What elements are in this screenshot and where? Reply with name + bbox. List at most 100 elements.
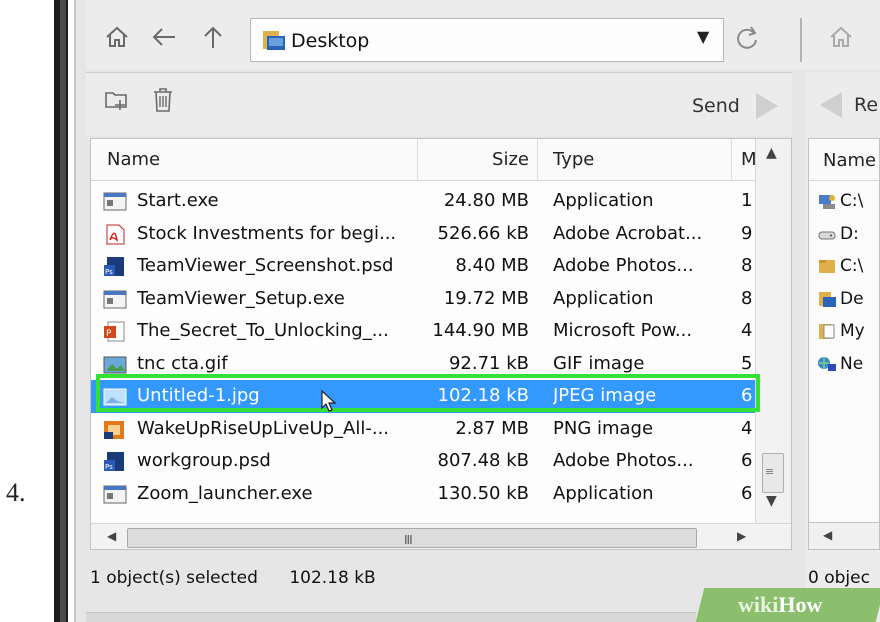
file-modified: 8 — [741, 287, 753, 309]
right-item-label: D: — [840, 223, 859, 244]
back-arrow-icon[interactable] — [150, 24, 178, 56]
file-modified: 5 — [741, 352, 753, 374]
right-item-label: My — [840, 321, 865, 342]
receive-label[interactable]: Re — [854, 94, 878, 116]
svg-text:Ps: Ps — [105, 268, 113, 276]
chevron-down-icon[interactable]: ▼ — [697, 27, 709, 46]
file-modified: 9 — [741, 222, 753, 244]
table-row[interactable]: P The_Secret_To_Unlocking_... 144.90 MB … — [91, 315, 755, 348]
file-type: GIF image — [553, 352, 645, 374]
home-icon-right-pane[interactable] — [828, 24, 854, 56]
mouse-cursor-icon — [321, 390, 337, 412]
file-type: Adobe Photos... — [553, 255, 694, 276]
right-pane-list: Name C:\ D: C:\ De My Ne — [808, 138, 880, 550]
column-divider[interactable] — [731, 139, 732, 181]
horizontal-scrollbar[interactable]: ◀ III ▶ — [91, 523, 791, 549]
list-item[interactable]: C:\ — [809, 250, 879, 283]
scroll-left-icon[interactable]: ◀ — [107, 529, 116, 543]
file-size: 24.80 MB — [443, 190, 529, 211]
vertical-scrollbar[interactable]: ▲ ≡ ▼ — [755, 139, 791, 523]
table-row[interactable]: WakeUpRiseUpLiveUp_All-... 2.87 MB PNG i… — [91, 413, 755, 446]
new-folder-icon[interactable] — [104, 87, 130, 119]
right-horizontal-scrollbar[interactable]: ◀ — [808, 522, 880, 550]
table-row[interactable]: Ps workgroup.psd 807.48 kB Adobe Photos.… — [91, 445, 755, 478]
network-icon — [818, 356, 836, 371]
file-size: 526.66 kB — [437, 222, 529, 244]
scroll-left-icon[interactable]: ◀ — [823, 528, 832, 542]
scroll-down-icon[interactable]: ▼ — [766, 493, 777, 509]
table-row[interactable]: TeamViewer_Setup.exe 19.72 MB Applicatio… — [91, 283, 755, 316]
file-size: 92.71 kB — [448, 352, 529, 374]
folder-icon — [819, 260, 835, 274]
column-header-name[interactable]: Name — [107, 149, 160, 170]
send-arrow-icon[interactable] — [756, 93, 778, 119]
column-divider[interactable] — [537, 139, 538, 181]
list-item[interactable]: Ne — [809, 348, 879, 381]
right-column-header-name[interactable]: Name — [809, 139, 879, 181]
file-type: Application — [553, 287, 654, 309]
file-name: WakeUpRiseUpLiveUp_All-... — [137, 417, 390, 439]
file-list: Name Size Type M Start.exe 24.80 MB Appl… — [90, 138, 792, 550]
watermark-part1: wiki — [738, 592, 779, 617]
file-modified: 1 — [741, 190, 753, 211]
computer-drive-icon — [819, 195, 835, 210]
exe-icon — [103, 485, 127, 503]
file-name: Zoom_launcher.exe — [137, 482, 313, 504]
psd-icon: Ps — [104, 452, 124, 471]
list-item[interactable]: My — [809, 315, 879, 348]
home-icon[interactable] — [104, 24, 130, 56]
file-size: 8.40 MB — [455, 255, 529, 276]
file-modified: 8 — [741, 255, 753, 276]
toolbar-separator — [800, 18, 802, 62]
file-size: 2.87 MB — [455, 417, 529, 439]
send-label[interactable]: Send — [692, 95, 740, 117]
address-bar[interactable]: Desktop ▼ — [250, 18, 724, 62]
file-type: Adobe Acrobat... — [553, 222, 703, 244]
right-item-label: C:\ — [840, 191, 864, 212]
toolbar: Send — [86, 72, 792, 136]
png-icon — [104, 420, 124, 439]
file-size: 19.72 MB — [443, 287, 529, 309]
file-modified: 4 — [741, 320, 753, 341]
scroll-right-icon[interactable]: ▶ — [737, 529, 746, 543]
column-header-modified[interactable]: M — [741, 149, 755, 170]
file-size: 130.50 kB — [437, 482, 529, 504]
column-header-size[interactable]: Size — [492, 149, 529, 170]
address-path: Desktop — [291, 30, 370, 52]
table-row[interactable]: Stock Investments for begi... 526.66 kB … — [91, 218, 755, 251]
list-item[interactable]: C:\ — [809, 185, 879, 218]
list-item[interactable]: De — [809, 283, 879, 316]
table-row[interactable]: Zoom_launcher.exe 130.50 kB Application … — [91, 478, 755, 511]
delete-icon[interactable] — [152, 87, 174, 119]
right-item-label: C:\ — [840, 256, 864, 277]
scroll-thumb-horizontal[interactable]: III — [127, 528, 697, 548]
file-type: Application — [553, 190, 654, 211]
file-type: Application — [553, 482, 654, 504]
gif-icon — [103, 356, 127, 373]
receive-arrow-icon[interactable] — [820, 92, 842, 118]
column-divider[interactable] — [417, 139, 418, 181]
list-item[interactable]: D: — [809, 218, 879, 251]
svg-text:Ps: Ps — [105, 463, 113, 471]
file-size: 144.90 MB — [432, 320, 529, 341]
table-row[interactable]: Ps TeamViewer_Screenshot.psd 8.40 MB Ado… — [91, 250, 755, 283]
scroll-up-icon[interactable]: ▲ — [766, 145, 777, 161]
ppt-icon: P — [104, 321, 125, 342]
right-status-text: 0 objec — [808, 568, 870, 588]
file-modified: 6 — [741, 482, 753, 504]
exe-icon — [103, 192, 127, 211]
file-name: tnc cta.gif — [137, 352, 228, 374]
watermark-part2: How — [778, 592, 823, 617]
file-modified: 4 — [741, 417, 753, 439]
up-arrow-icon[interactable] — [200, 24, 226, 56]
refresh-icon[interactable] — [734, 24, 760, 58]
file-name: The_Secret_To_Unlocking_... — [137, 320, 389, 341]
right-item-label: De — [840, 288, 864, 309]
address-row: Desktop ▼ — [86, 0, 880, 70]
list-header: Name Size Type M — [91, 139, 755, 181]
status-selected-size: 102.18 kB — [289, 568, 376, 588]
documents-icon — [819, 324, 835, 340]
table-row[interactable]: Start.exe 24.80 MB Application 1 — [91, 185, 755, 218]
svg-text:P: P — [106, 329, 112, 339]
column-header-type[interactable]: Type — [553, 149, 594, 170]
